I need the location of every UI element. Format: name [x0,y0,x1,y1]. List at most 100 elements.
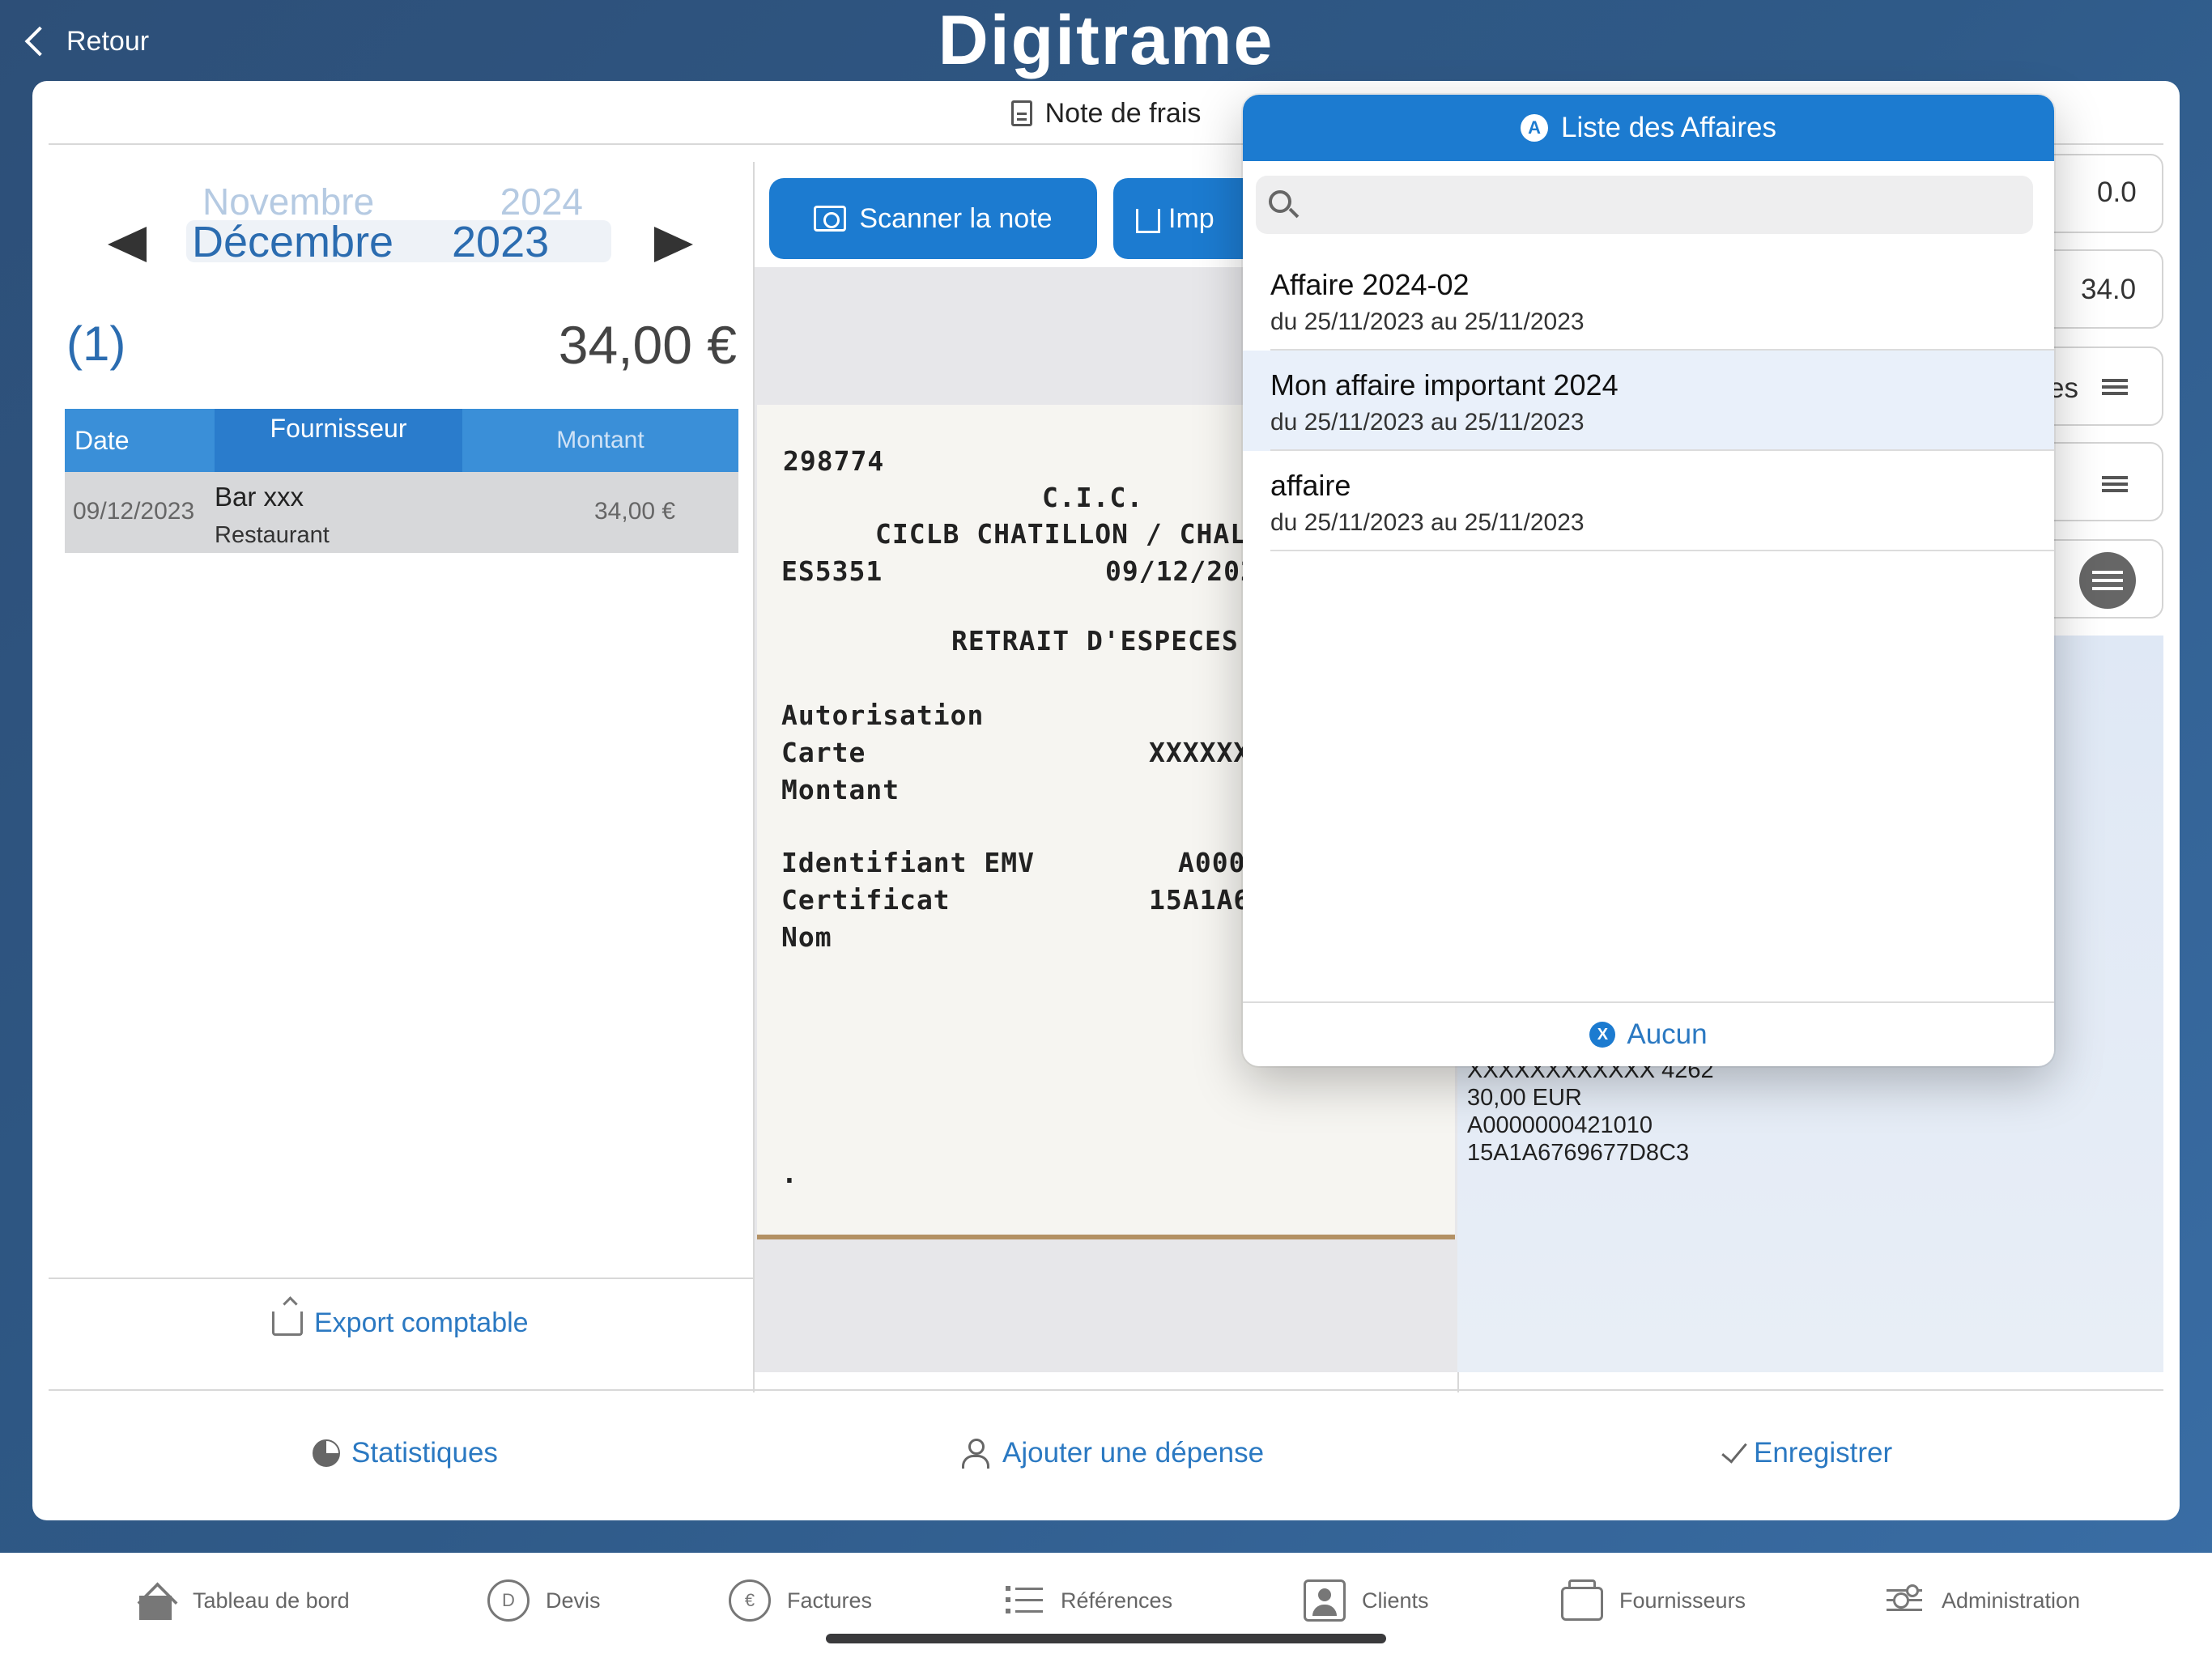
total-field-value: 34.0 [2081,274,2137,305]
receipt-line: ES5351 [781,555,883,587]
home-icon [134,1579,177,1622]
export-button[interactable]: Export comptable [272,1307,529,1339]
receipt-line: . [781,1158,798,1189]
project-title: affaire [1270,469,1351,502]
tab-label: Clients [1362,1588,1429,1613]
tab-label: Devis [546,1588,601,1613]
tab-label: Factures [787,1588,873,1613]
expense-count: (1) [66,317,126,371]
table-row[interactable]: 09/12/2023 Bar xxx Restaurant 34,00 € [65,472,738,553]
tab-administration[interactable]: Administration [1883,1572,2080,1629]
app-logo: Digitrame [938,2,1274,79]
project-title: Mon affaire important 2024 [1270,368,1619,402]
import-icon [1136,209,1160,233]
current-month[interactable]: Décembre [192,217,393,267]
popover-header: A Liste des Affaires [1243,95,2054,161]
stack-icon [1561,1579,1603,1621]
add-person-icon [962,1439,991,1469]
tab-quotes[interactable]: D Devis [487,1572,601,1629]
tab-label: Fournisseurs [1619,1588,1746,1613]
tab-label: Références [1061,1588,1173,1613]
menu-icon [2102,483,2128,486]
column-header-supplier[interactable]: Fournisseur [215,409,462,472]
receipt-line: 298774 [783,445,885,477]
ocr-text: XXXXXXXXXXXX 4262 30,00 EUR A00000004210… [1467,1056,1714,1167]
column-header-amount[interactable]: Montant [462,409,738,472]
previous-month-arrow-icon[interactable] [108,227,147,262]
scan-button[interactable]: Scanner la note [769,178,1097,259]
scan-label: Scanner la note [859,202,1053,234]
receipt-line: Identifiant EMV [781,847,1036,878]
save-label: Enregistrer [1754,1437,1893,1469]
receipt-line: 15A1A6 [1149,884,1251,916]
sliders-icon [1883,1579,1925,1622]
clear-icon: X [1589,1022,1616,1048]
expense-total: 34,00 € [558,315,737,375]
euro-circle-icon: € [729,1579,771,1622]
ocr-line: 15A1A6769677D8C3 [1467,1140,1690,1166]
pie-chart-icon [313,1439,340,1467]
document-icon [1010,100,1032,126]
home-indicator[interactable] [826,1634,1386,1643]
project-dates: du 25/11/2023 au 25/11/2023 [1270,409,1585,436]
tab-dashboard[interactable]: Tableau de bord [134,1572,350,1629]
row-date: 09/12/2023 [73,498,195,525]
statistics-button[interactable]: Statistiques [313,1437,498,1469]
tab-invoices[interactable]: € Factures [729,1572,872,1629]
options-menu-button[interactable] [2079,552,2136,609]
add-expense-button[interactable]: Ajouter une dépense [962,1437,1264,1469]
add-expense-label: Ajouter une dépense [1002,1437,1265,1469]
divider [49,1278,753,1279]
none-button[interactable]: X Aucun [1243,1003,2054,1066]
page-title-text: Note de frais [1044,97,1202,129]
next-month-arrow-icon[interactable] [654,227,693,262]
list-item-selected[interactable]: Mon affaire important 2024 du 25/11/2023… [1243,351,2054,451]
tab-clients[interactable]: Clients [1304,1572,1429,1629]
receipt-line: Certificat [781,884,951,916]
row-amount: 34,00 € [594,498,676,525]
receipt-line: Nom [781,921,832,953]
popover-title: Liste des Affaires [1561,112,1776,143]
statistics-label: Statistiques [351,1437,498,1469]
prev-year: 2024 [500,188,583,220]
receipt-line: Carte [781,737,866,768]
share-icon [272,1311,303,1336]
list-item[interactable]: affaire du 25/11/2023 au 25/11/2023 [1243,451,2054,551]
project-dates: du 25/11/2023 au 25/11/2023 [1270,308,1585,335]
ocr-line: A0000000421010 [1467,1112,1653,1138]
divider [1270,550,2054,551]
amount-field-value: 0.0 [2097,176,2137,208]
scanner-icon [814,206,847,232]
none-label: Aucun [1627,1018,1708,1050]
receipt-line: XXXXXX [1149,737,1251,768]
tab-label: Tableau de bord [193,1588,350,1613]
divider [49,1389,2163,1391]
receipt-line: C.I.C. [1042,482,1144,513]
column-header-date[interactable]: Date [65,409,215,472]
search-input[interactable] [1256,176,2033,234]
receipt-line: 09/12/202 [1105,555,1257,587]
tab-references[interactable]: Références [1002,1572,1172,1629]
project-list-popover: A Liste des Affaires Affaire 2024-02 du … [1243,95,2054,1066]
receipt-line: A000 [1178,847,1246,878]
menu-icon [2092,579,2123,582]
table-header: Date Fournisseur Montant [65,409,738,472]
current-year[interactable]: 2023 [452,217,549,267]
project-badge-icon: A [1521,114,1549,142]
receipt-line: RETRAIT D'ESPECES [951,625,1239,657]
month-picker-previous[interactable]: Novembre 2024 [202,188,583,220]
row-supplier: Bar xxx [215,482,304,512]
search-icon [1269,190,1291,213]
receipt-line: Montant [781,774,900,806]
ocr-line: 30,00 EUR [1467,1085,1582,1111]
project-dates: du 25/11/2023 au 25/11/2023 [1270,509,1585,536]
contact-card-icon [1304,1579,1346,1622]
project-title: Affaire 2024-02 [1270,268,1470,301]
receipt-line: CICLB CHATILLON / CHALAR [875,518,1281,550]
tab-suppliers[interactable]: Fournisseurs [1561,1572,1746,1629]
save-button[interactable]: Enregistrer [1721,1436,1893,1469]
row-category: Restaurant [215,522,330,548]
list-item[interactable]: Affaire 2024-02 du 25/11/2023 au 25/11/2… [1243,250,2054,351]
prev-month: Novembre [202,188,375,220]
menu-icon [2102,385,2128,389]
